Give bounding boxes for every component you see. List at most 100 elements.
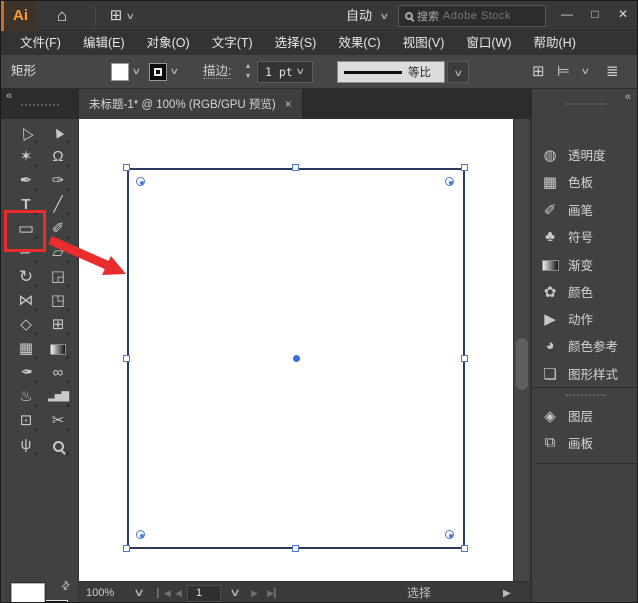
live-corner-widget[interactable] [136, 530, 145, 539]
panel-item-gradient[interactable]: 渐变 [532, 251, 637, 278]
menu-help[interactable]: 帮助(H) [523, 32, 587, 55]
tab-close-icon[interactable]: × [285, 97, 292, 111]
panel-item-brushes[interactable]: ✐ 画笔 [532, 196, 637, 223]
home-icon[interactable]: ⌂ [47, 1, 77, 31]
stroke-chevron-icon[interactable]: ∨ [169, 55, 179, 88]
panel-item-actions[interactable]: ▶ 动作 [532, 305, 637, 332]
slice-tool[interactable]: ✂ [46, 410, 70, 432]
pen-tool[interactable]: ✒ [14, 170, 38, 192]
live-corner-widget[interactable] [445, 530, 454, 539]
stroke-panel-link[interactable]: 描边: [203, 55, 232, 88]
artboard-number-field[interactable]: 1 [187, 585, 221, 602]
arrange-documents-chevron-icon[interactable]: ∨ [125, 1, 135, 31]
previous-artboard-icon[interactable]: ◀ [175, 582, 182, 602]
column-graph-tool[interactable]: ▂▅▇ [46, 386, 70, 408]
panel-item-color-guide[interactable]: ◕ 颜色参考 [532, 332, 637, 359]
blend-tool[interactable]: ∞ [46, 362, 70, 384]
selection-handle[interactable] [292, 164, 299, 171]
selection-handle[interactable] [461, 355, 468, 362]
magic-wand-tool[interactable]: ✶ [14, 146, 38, 168]
first-artboard-icon[interactable]: ▎◀ [157, 582, 171, 602]
zoom-tool[interactable] [46, 434, 70, 456]
vertical-scrollbar-thumb[interactable] [516, 338, 528, 390]
workspace-switcher[interactable]: 自动 [346, 1, 372, 31]
stock-search-input[interactable]: 搜索 Adobe Stock [398, 5, 546, 27]
hand-tool[interactable]: ψ [14, 434, 38, 456]
menu-window[interactable]: 窗口(W) [455, 32, 522, 55]
fill-proxy-swatch[interactable] [11, 583, 45, 602]
selection-tool[interactable]: △ [14, 122, 38, 144]
align-options-icon[interactable]: ⊨ [557, 55, 570, 88]
panel-item-swatches[interactable]: ▦ 色板 [532, 168, 637, 195]
vertical-scrollbar[interactable] [513, 119, 529, 581]
live-corner-widget[interactable] [136, 177, 145, 186]
width-tool[interactable]: ⋈ [14, 290, 38, 312]
menu-select[interactable]: 选择(S) [264, 32, 328, 55]
eraser-tool[interactable]: ▱ [46, 242, 70, 264]
document-tab[interactable]: 未标题-1* @ 100% (RGB/GPU 预览) × [79, 89, 303, 119]
panel-item-transparency[interactable]: ◍ 透明度 [532, 141, 637, 168]
menu-view[interactable]: 视图(V) [392, 32, 456, 55]
curvature-tool[interactable]: ✑ [46, 170, 70, 192]
artboard-tool[interactable]: ⊡ [14, 410, 38, 432]
panel-item-graphic-styles[interactable]: ❏ 图形样式 [532, 360, 637, 387]
arrange-documents-icon[interactable]: ⊞ [105, 1, 127, 31]
free-transform-tool[interactable]: ◳ [46, 290, 70, 312]
paintbrush-tool[interactable]: ✐ [46, 218, 70, 240]
scale-tool[interactable]: ◲ [46, 266, 70, 288]
expand-panels-icon[interactable]: « [625, 91, 631, 103]
gradient-tool[interactable] [46, 338, 70, 360]
workspace-chevron-icon[interactable]: ∨ [379, 1, 389, 31]
align-chevron-icon[interactable]: ∨ [580, 55, 590, 88]
direct-selection-tool[interactable]: ▲ [46, 121, 70, 144]
panel-item-symbols[interactable]: ♣ 符号 [532, 223, 637, 250]
selection-handle[interactable] [123, 545, 130, 552]
symbol-sprayer-tool[interactable]: ♨ [14, 386, 38, 408]
fill-chevron-icon[interactable]: ∨ [131, 55, 141, 88]
menu-object[interactable]: 对象(O) [136, 32, 201, 55]
toolbar-drag-handle[interactable] [21, 104, 59, 106]
stroke-weight-stepper[interactable]: ▴ ▾ [243, 61, 253, 81]
canvas[interactable] [79, 119, 513, 581]
eyedropper-tool[interactable]: ✒ [14, 362, 38, 384]
panel-drag-handle[interactable] [566, 103, 606, 105]
mesh-tool[interactable]: ▦ [14, 338, 38, 360]
selection-handle[interactable] [123, 164, 130, 171]
next-artboard-icon[interactable]: ▶ [251, 582, 258, 602]
collapse-toolbar-icon[interactable]: « [6, 90, 12, 102]
selection-handle[interactable] [292, 545, 299, 552]
zoom-chevron-icon[interactable]: ∨ [133, 582, 145, 602]
menu-effect[interactable]: 效果(C) [327, 32, 391, 55]
maximize-button[interactable]: □ [581, 1, 609, 27]
selection-handle[interactable] [461, 545, 468, 552]
swap-fill-stroke-icon[interactable]: ⇄ [58, 578, 73, 593]
minimize-button[interactable]: — [553, 1, 581, 27]
fill-color-swatch[interactable] [111, 63, 129, 81]
transform-options-icon[interactable]: ⊞ [532, 55, 545, 88]
status-expand-icon[interactable]: ▶ [503, 582, 511, 602]
profile-chevron-icon[interactable]: ∨ [447, 61, 469, 83]
rotate-tool[interactable]: ↻ [14, 266, 38, 288]
perspective-grid-tool[interactable]: ⊞ [46, 314, 70, 336]
panel-group-drag-handle[interactable] [566, 394, 606, 396]
panel-menu-icon[interactable]: ≣ [606, 55, 619, 88]
panel-item-color[interactable]: ✿ 颜色 [532, 278, 637, 305]
panel-item-artboards[interactable]: ⧉ 画板 [532, 429, 637, 456]
shape-builder-tool[interactable]: ◇ [14, 314, 38, 336]
artboard-chevron-icon[interactable]: ∨ [229, 582, 241, 602]
center-point[interactable] [293, 355, 300, 362]
lasso-tool[interactable]: Ω [46, 146, 70, 168]
line-segment-tool[interactable]: ╱ [46, 194, 70, 216]
menu-type[interactable]: 文字(T) [201, 32, 264, 55]
last-artboard-icon[interactable]: ▶▎ [267, 582, 281, 602]
menu-file[interactable]: 文件(F) [9, 32, 72, 55]
menu-edit[interactable]: 编辑(E) [72, 32, 136, 55]
stroke-color-swatch[interactable] [149, 63, 167, 81]
selection-handle[interactable] [123, 355, 130, 362]
live-corner-widget[interactable] [445, 177, 454, 186]
zoom-level[interactable]: 100% [86, 582, 114, 602]
stroke-profile-dropdown[interactable]: 等比 [337, 61, 445, 83]
stroke-weight-chevron-icon[interactable]: ∨ [295, 55, 305, 88]
close-button[interactable]: ✕ [609, 1, 637, 27]
selection-handle[interactable] [461, 164, 468, 171]
